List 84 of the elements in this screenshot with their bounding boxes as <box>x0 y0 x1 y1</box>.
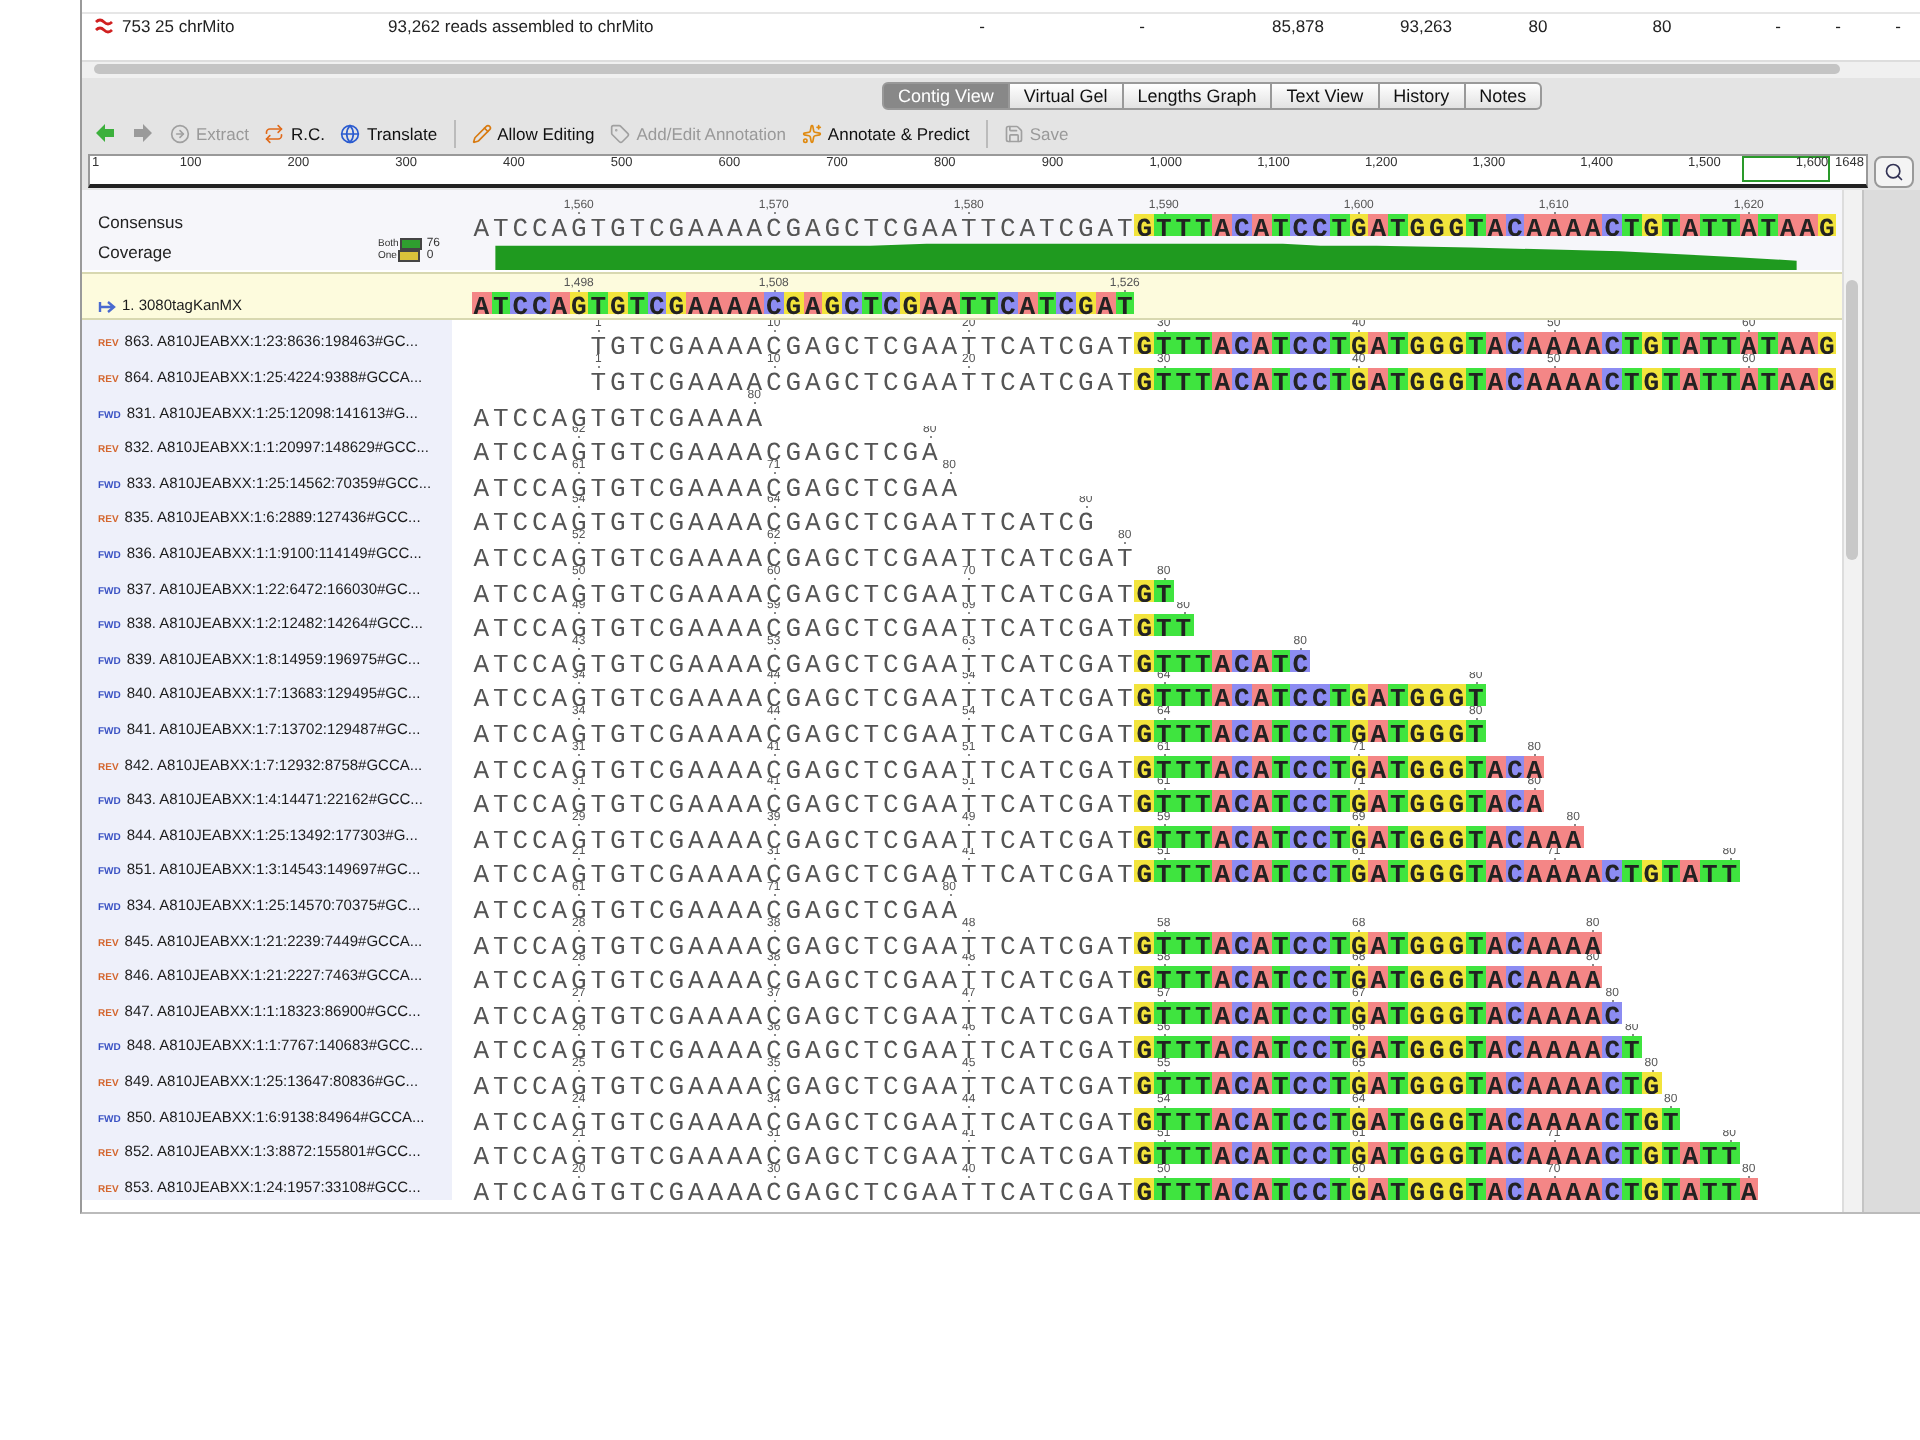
sequence-text: ATCCAGTGTCGAAAACGAGCTCGAA <box>471 473 959 496</box>
sequence-icon <box>98 299 116 314</box>
sequence-text: ATCCAGTGTCGAAAACGAGCTCGAATTCATCGAT <box>471 825 1135 848</box>
toolbar-button[interactable]: Allow Editing <box>471 123 595 144</box>
sequence-text: ATCCAGTGTCGAAAACGAGCTCGAATTCATCGAT <box>471 213 1135 236</box>
table-cell-text: 85,878 <box>1270 16 1326 36</box>
sequence-text: ATCCAGTGTCGAAAACGAGCTCGAATTCATCGAT <box>471 1177 1135 1200</box>
table-cell-text: - <box>1893 16 1903 36</box>
sequence-text: ATCCAGTGTCGAAAACGAGCTCGAATTCATCGAT <box>471 966 1135 989</box>
table-cell-text: 93,262 reads assembled to chrMito <box>388 16 656 36</box>
sequence-extension: GTTTACATCCTGATGGGTACAAAA <box>1134 966 1603 989</box>
sequence-extension: GTTTACATCCTGATGGGTACAAAACT <box>1134 1036 1642 1059</box>
sequence-extension: GTTTACATCCTGATGGGTACAAA <box>1134 825 1583 848</box>
sequence-extension: GTTTACATCCTGATGGGTACAAAACTGT <box>1134 1107 1681 1130</box>
globe-icon <box>340 123 361 144</box>
sequence-text: TGTCGAAAACGAGCTCGAATTCATCGAT <box>588 332 1135 355</box>
repeat-icon <box>264 123 285 144</box>
sequence-text: TGTCGAAAACGAGCTCGAATTCATCGAT <box>588 368 1135 391</box>
viewport-frame[interactable] <box>1742 156 1830 183</box>
view-tab[interactable]: Virtual Gel <box>1009 81 1124 110</box>
row-label: Coverage <box>98 241 172 262</box>
toolbar-button[interactable]: R.C. <box>264 123 325 144</box>
sequence-text: ATCCAGTGTCGAAAACGAGCTCGAATTCATCGAT <box>471 291 1135 314</box>
sequence-extension: GTTTACATCCTGATGGGTACAAAACTGTATT <box>1134 1142 1739 1165</box>
table-cell-text: - <box>1137 16 1147 36</box>
sequence-extension: GTTTACATCCTGATGGGTACAAAACTGTATTATAAG <box>1134 213 1837 236</box>
table-cell-text: 753 25 chrMito <box>122 16 237 36</box>
tag-icon <box>610 123 631 144</box>
row-label: Consensus <box>98 211 184 232</box>
view-tab[interactable]: History <box>1379 81 1466 110</box>
table-cell-text: - <box>977 16 987 36</box>
back-arrow-icon[interactable] <box>94 122 116 145</box>
zoom-button[interactable] <box>1874 155 1914 188</box>
pencil-icon <box>471 123 492 144</box>
sequence-text: ATCCAGTGTCGAAAACGAGCTCGAATTCATCGAT <box>471 720 1135 742</box>
sequence-text: ATCCAGTGTCGAAAACGAGCTCGAATTCATCGAT <box>471 1001 1135 1024</box>
sequence-text: ATCCAGTGTCGAAAACGAGCTCGAATTCATCGAT <box>471 684 1135 707</box>
sequence-extension: GTTTACATCCTGATGGGTACAAAACTGTATTATAAG <box>1134 368 1837 391</box>
sequence-text: ATCCAGTGTCGAAAACGAGCTCGAA <box>471 895 959 918</box>
sequence-extension: GTTTACATCCTGATGGGTACAAAA <box>1134 931 1603 954</box>
scrollbar-thumb[interactable] <box>94 64 1840 75</box>
sequence-text: ATCCAGTGTCGAAAACGAGCTCGAATTCATCGAT <box>471 614 1135 637</box>
toolbar-button[interactable]: Translate <box>340 123 438 144</box>
sequence-extension: GTTTACATCCTGATGGGTACA <box>1134 790 1544 813</box>
wave-icon <box>94 18 114 34</box>
sequence-text: ATCCAGTGTCGAAAACGAGCTCGAATTCATCGAT <box>471 860 1135 883</box>
sequence-text: ATCCAGTGTCGAAAACGAGCTCGAATTCATCG <box>471 508 1096 531</box>
view-tab[interactable]: Text View <box>1272 81 1380 110</box>
save-icon <box>1003 123 1024 144</box>
table-cell-text: - <box>1773 16 1783 36</box>
sequence-extension: GTTTACATCCTGATGGGTACAAAACTGTATTA <box>1134 1177 1759 1200</box>
sequence-extension: GTTTACATCCTGATGGGTACAAAACTGTATT <box>1134 860 1739 883</box>
sequence-text: ATCCAGTGTCGAAAACGAGCTCGAATTCATCGAT <box>471 790 1135 813</box>
sequence-text: ATCCAGTGTCGAAAA <box>471 403 764 426</box>
search-icon <box>1884 161 1904 182</box>
sequence-text: ATCCAGTGTCGAAAACGAGCTCGA <box>471 438 940 461</box>
view-tab[interactable]: Notes <box>1465 81 1543 110</box>
sequence-text: ATCCAGTGTCGAAAACGAGCTCGAATTCATCGAT <box>471 579 1135 602</box>
sequence-text: ATCCAGTGTCGAAAACGAGCTCGAATTCATCGAT <box>471 931 1135 954</box>
view-tab[interactable]: Lengths Graph <box>1123 81 1273 110</box>
sequence-extension: GTTTACATCCTGATGGGTACAAAACTGTATTATAAG <box>1134 332 1837 355</box>
sequence-extension: GTTTACATCCTGATGGGT <box>1134 720 1486 742</box>
sequence-extension: GTTTACATCCTGATGGGTACAAAACTG <box>1134 1071 1661 1094</box>
table-cell-text: - <box>1833 16 1843 36</box>
sequence-extension: GT <box>1134 579 1174 602</box>
sequence-extension: GTTTACATCCTGATGGGT <box>1134 684 1486 707</box>
table-cell-text: 80 <box>1650 16 1674 36</box>
sequence-extension: GTTTACATCCTGATGGGTACAAAAC <box>1134 1001 1622 1024</box>
toolbar-button[interactable]: Annotate & Predict <box>801 123 970 144</box>
sequence-extension: GTT <box>1134 614 1193 637</box>
sequence-text: ATCCAGTGTCGAAAACGAGCTCGAATTCATCGAT <box>471 1142 1135 1165</box>
sequence-text: ATCCAGTGTCGAAAACGAGCTCGAATTCATCGAT <box>471 1071 1135 1094</box>
sparkle-icon <box>801 123 822 144</box>
sequence-extension: GTTTACATC <box>1134 649 1310 672</box>
table-cell-text: 93,263 <box>1398 16 1454 36</box>
sequence-text: ATCCAGTGTCGAAAACGAGCTCGAATTCATCGAT <box>471 1107 1135 1130</box>
sequence-text: ATCCAGTGTCGAAAACGAGCTCGAATTCATCGAT <box>471 1036 1135 1059</box>
table-cell-text: 80 <box>1526 16 1550 36</box>
sequence-text: ATCCAGTGTCGAAAACGAGCTCGAATTCATCGAT <box>471 544 1135 567</box>
view-tab[interactable]: Contig View <box>882 81 1010 110</box>
sequence-text: ATCCAGTGTCGAAAACGAGCTCGAATTCATCGAT <box>471 755 1135 778</box>
sequence-text: ATCCAGTGTCGAAAACGAGCTCGAATTCATCGAT <box>471 649 1135 672</box>
sequence-extension: GTTTACATCCTGATGGGTACA <box>1134 755 1544 778</box>
scrollbar-thumb[interactable] <box>1846 279 1858 560</box>
